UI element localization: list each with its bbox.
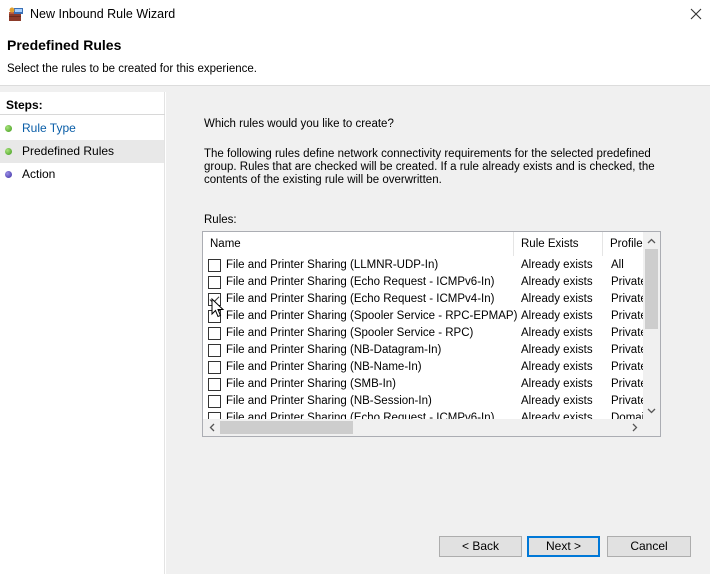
step-label: Predefined Rules [22,144,115,158]
rule-profile: All [611,259,624,271]
rule-checkbox[interactable] [208,276,221,289]
cancel-button[interactable]: Cancel [607,536,691,557]
firewall-wizard-icon [8,6,24,22]
rule-profile: Private [611,395,643,407]
rule-checkbox[interactable] [208,378,221,391]
rule-profile: Private [611,276,643,288]
step-complete-icon [5,125,12,132]
close-icon [690,8,702,20]
close-button[interactable] [682,2,710,26]
step-current-icon [5,148,12,155]
rule-name: File and Printer Sharing (NB-Session-In) [226,395,432,407]
page-title: Predefined Rules [7,37,122,53]
rule-profile: Private [611,327,643,339]
rule-exists: Already exists [521,293,593,305]
scroll-down-button[interactable] [643,402,660,419]
page-description: Select the rules to be created for this … [7,63,257,75]
horizontal-scrollbar[interactable] [203,419,643,436]
rule-checkbox[interactable] [208,327,221,340]
rule-checkbox[interactable] [208,293,221,306]
rule-row[interactable]: File and Printer Sharing (SMB-In) Alread… [203,376,643,393]
steps-heading: Steps: [0,94,165,115]
next-button[interactable]: Next > [527,536,600,557]
rule-checkbox[interactable] [208,361,221,374]
scroll-left-button[interactable] [203,419,220,436]
scrollbar-corner [643,419,660,436]
rule-profile: Private [611,293,643,305]
column-header-rule-exists[interactable]: Rule Exists [514,232,603,256]
rule-name: File and Printer Sharing (NB-Datagram-In… [226,344,442,356]
rule-row[interactable]: File and Printer Sharing (NB-Session-In)… [203,393,643,410]
rule-exists: Already exists [521,361,593,373]
rule-name: File and Printer Sharing (NB-Name-In) [226,361,422,373]
wizard-header: Predefined Rules Select the rules to be … [0,28,710,86]
rule-exists: Already exists [521,395,593,407]
rule-row[interactable]: File and Printer Sharing (Echo Request -… [203,291,643,308]
rule-name: File and Printer Sharing (Spooler Servic… [226,310,518,322]
step-rule-type[interactable]: Rule Type [0,117,164,140]
rule-name: File and Printer Sharing (Echo Request -… [226,276,495,288]
rules-label: Rules: [204,214,237,226]
rule-checkbox[interactable] [208,310,221,323]
rule-row[interactable]: File and Printer Sharing (Spooler Servic… [203,308,643,325]
rules-list[interactable]: Name Rule Exists Profile File and Printe… [202,231,661,437]
rule-exists: Already exists [521,259,593,271]
step-label: Action [22,167,56,181]
rule-name: File and Printer Sharing (Spooler Servic… [226,327,474,339]
rule-row[interactable]: File and Printer Sharing (LLMNR-UDP-In) … [203,257,643,274]
rule-checkbox[interactable] [208,344,221,357]
chevron-down-icon [647,408,656,413]
rule-profile: Private [611,378,643,390]
chevron-up-icon [647,238,656,243]
column-header-name[interactable]: Name [203,232,514,256]
chevron-left-icon [209,423,214,432]
rule-profile: Private [611,361,643,373]
rule-exists: Already exists [521,276,593,288]
rule-exists: Already exists [521,344,593,356]
rule-row[interactable]: File and Printer Sharing (Spooler Servic… [203,325,643,342]
rule-exists: Already exists [521,310,593,322]
window-title: New Inbound Rule Wizard [30,7,176,21]
chevron-right-icon [632,423,637,432]
vertical-scroll-thumb[interactable] [645,249,658,329]
wizard-content: Which rules would you like to create? Th… [166,92,710,574]
step-predefined-rules[interactable]: Predefined Rules [0,140,164,163]
rule-row[interactable]: File and Printer Sharing (Echo Request -… [203,274,643,291]
rules-explanation: The following rules define network conne… [204,148,655,186]
rule-checkbox[interactable] [208,395,221,408]
steps-sidebar: Steps: Rule Type Predefined Rules Action [0,92,165,574]
rule-exists: Already exists [521,327,593,339]
rules-question: Which rules would you like to create? [204,118,394,130]
step-pending-icon [5,171,12,178]
scroll-right-button[interactable] [626,419,643,436]
rule-name: File and Printer Sharing (Echo Request -… [226,293,495,305]
rule-row[interactable]: File and Printer Sharing (NB-Name-In) Al… [203,359,643,376]
title-bar: New Inbound Rule Wizard [0,0,710,28]
scroll-up-button[interactable] [643,232,660,249]
rule-name: File and Printer Sharing (SMB-In) [226,378,397,390]
column-header-profile[interactable]: Profile [603,232,643,256]
rule-name: File and Printer Sharing (LLMNR-UDP-In) [226,259,439,271]
vertical-scrollbar[interactable] [643,232,660,419]
horizontal-scroll-thumb[interactable] [220,421,353,434]
rule-exists: Already exists [521,378,593,390]
rule-profile: Private [611,344,643,356]
step-label: Rule Type [22,121,76,135]
back-button[interactable]: < Back [439,536,522,557]
step-action[interactable]: Action [0,163,164,186]
rule-checkbox[interactable] [208,259,221,272]
rule-row[interactable]: File and Printer Sharing (NB-Datagram-In… [203,342,643,359]
rule-profile: Private [611,310,643,322]
